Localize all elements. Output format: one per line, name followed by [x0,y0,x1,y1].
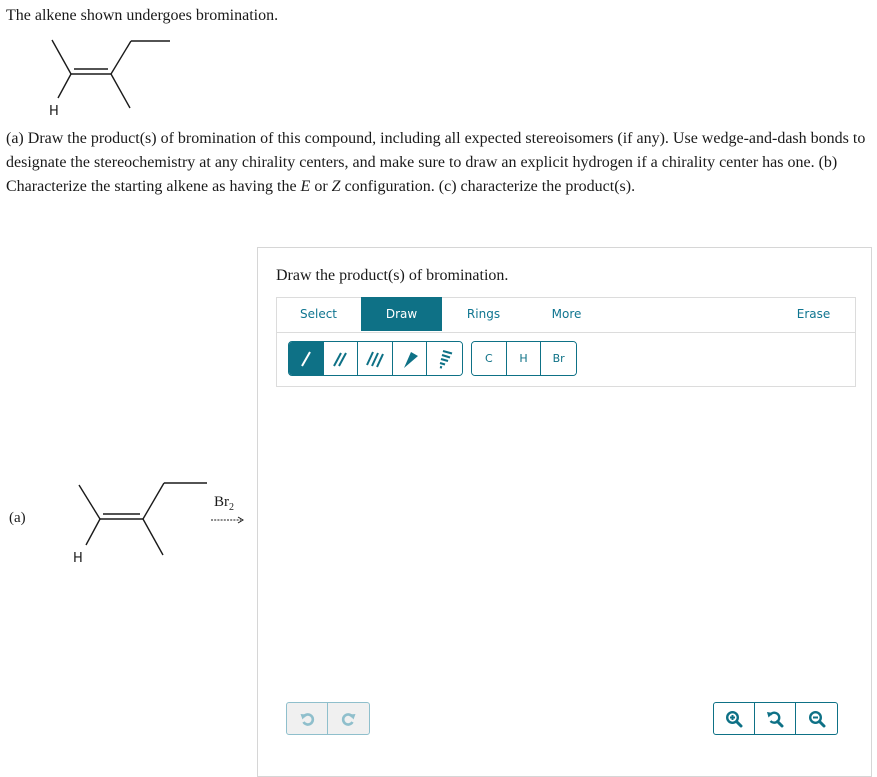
triple-bond-button[interactable] [358,342,393,375]
zoom-reset-button[interactable] [755,703,796,734]
tab-select[interactable]: Select [276,297,361,331]
tab-rings[interactable]: Rings [442,297,525,331]
redo-button[interactable] [328,703,369,734]
tab-bar: Select Draw Rings More Erase [276,297,856,333]
bond-tool-group [288,341,463,376]
part-a-label: (a) [9,510,26,526]
double-bond-button[interactable] [323,342,359,375]
single-bond-icon [300,351,311,366]
atom-tool-group: C H Br [471,341,577,376]
question-or: or [310,178,332,195]
zoom-controls [713,702,838,735]
alkene-structure-reaction: H [73,482,207,566]
undo-icon [300,712,315,726]
tab-more[interactable]: More [525,297,608,331]
reagent-subscript: 2 [229,502,234,513]
redo-icon [341,712,355,726]
alkene-structure-top: H [49,39,170,119]
sketcher-toolbar: Select Draw Rings More Erase C H Br [276,297,856,388]
hydrogen-label-reaction: H [73,551,83,566]
atom-br-button[interactable]: Br [541,342,576,375]
zoom-out-button[interactable] [796,703,837,734]
atom-c-button[interactable]: C [472,342,507,375]
zoom-in-icon [725,710,743,727]
hydrogen-label: H [49,104,59,119]
reagent-label: Br2 [214,494,234,513]
intro-text: The alkene shown undergoes bromination. [6,7,279,24]
e-config: E [300,178,311,195]
wedge-bond-button[interactable] [392,342,428,375]
panel-title: Draw the product(s) of bromination. [276,267,509,284]
zoom-reset-icon [767,710,784,727]
undo-redo-group [286,702,370,735]
triple-bond-icon [366,351,384,367]
single-bond-button[interactable] [289,342,324,375]
drawing-panel: Draw the product(s) of bromination. Sele… [257,247,872,777]
dash-bond-icon [439,349,453,369]
question-text: (a) Draw the product(s) of bromination o… [6,127,874,199]
drawing-canvas[interactable] [276,388,856,698]
reagent-br: Br [214,494,229,510]
undo-button[interactable] [287,703,328,734]
tab-draw[interactable]: Draw [361,297,442,331]
reaction-arrow-icon [211,516,244,524]
alkene-bonds [51,39,170,109]
reaction-alkene-bonds [78,482,207,556]
atom-h-button[interactable]: H [506,342,542,375]
zoom-in-button[interactable] [714,703,755,734]
z-config: Z [331,178,341,195]
question-part2: configuration. (c) characterize the prod… [340,178,636,195]
tab-erase[interactable]: Erase [771,297,856,331]
zoom-out-icon [808,710,825,727]
wedge-bond-icon [403,351,418,368]
double-bond-icon [333,352,348,366]
dash-bond-button[interactable] [427,342,462,375]
tools-area: C H Br [276,332,856,387]
